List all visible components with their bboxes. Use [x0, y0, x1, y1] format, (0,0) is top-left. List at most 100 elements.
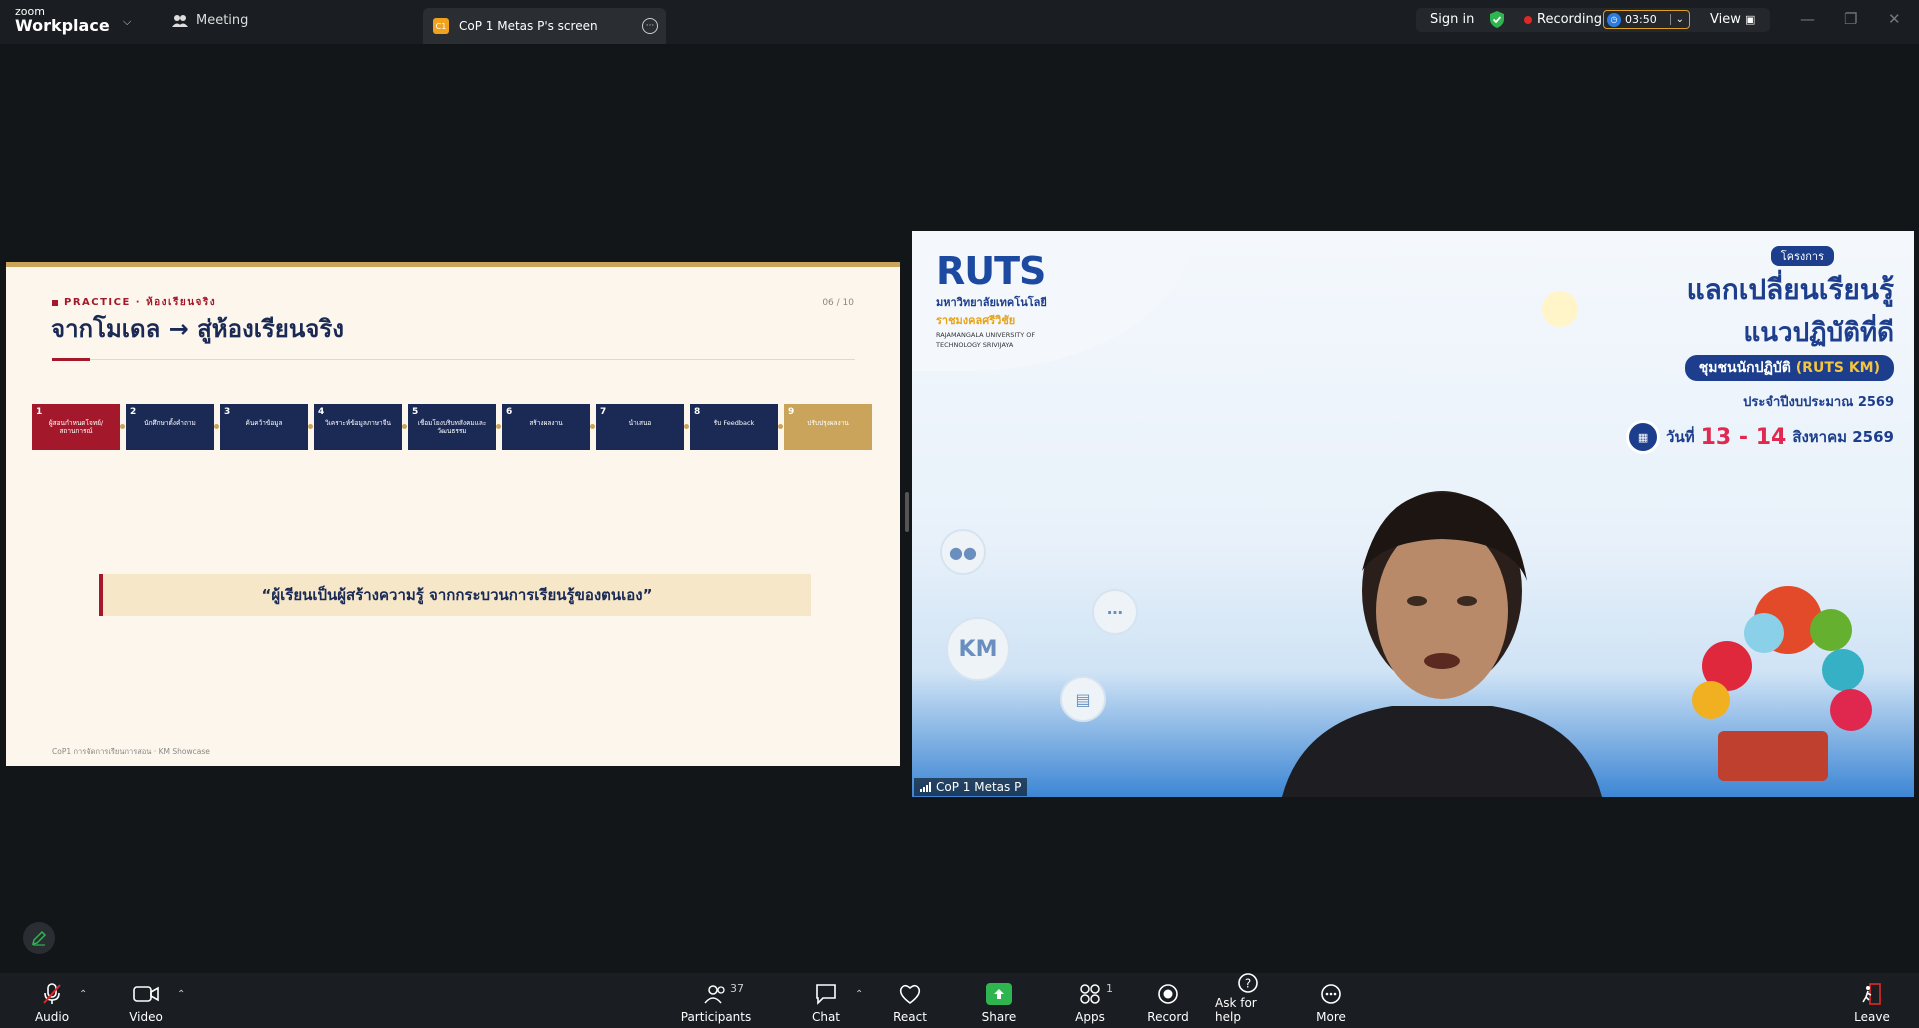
chevron-down-icon[interactable]: ⌵: [123, 15, 131, 29]
view-menu[interactable]: View ▣: [1710, 12, 1755, 27]
sign-in-button[interactable]: Sign in: [1430, 12, 1474, 27]
ask-for-help-button[interactable]: ? Ask for help: [1215, 973, 1281, 1028]
apps-button[interactable]: 1 Apps: [1072, 973, 1113, 1028]
book-stack-icon: [1718, 731, 1828, 781]
signal-strength-icon: [920, 782, 931, 792]
process-steps: 1 ผู้สอนกำหนดโจทย์/สถานการณ์ 2 นักศึกษาตั้…: [32, 404, 876, 450]
title-rule: [52, 359, 855, 360]
apps-icon: 1: [1079, 980, 1113, 1008]
tab-shared-screen[interactable]: C1 CoP 1 Metas P's screen ···: [423, 8, 666, 44]
view-layout-icon: ▣: [1745, 13, 1756, 26]
globe-icon: [1822, 649, 1864, 691]
close-icon[interactable]: ✕: [1888, 10, 1901, 28]
date-range: 13 - 14: [1700, 424, 1787, 450]
process-step: 4 วิเคราะห์ข้อมูลภาษาจีน: [314, 404, 407, 450]
split-resize-handle[interactable]: [905, 492, 909, 532]
participant-name: CoP 1 Metas P: [936, 780, 1022, 794]
process-step: 6 สร้างผลงาน: [502, 404, 595, 450]
record-button[interactable]: Record: [1147, 973, 1189, 1028]
zoom-logo: zoom Workplace: [15, 6, 110, 34]
university-th-1: มหาวิทยาลัยเทคโนโลยี: [936, 296, 1047, 309]
tab-badge: C1: [433, 18, 449, 34]
ask-for-help-label: Ask for help: [1215, 996, 1257, 1024]
atom-icon: [1692, 681, 1730, 719]
audio-button[interactable]: Audio: [34, 973, 70, 1028]
event-date: ▦ วันที่ 13 - 14 สิงหาคม 2569: [1554, 420, 1894, 454]
lightbulb-icon: [1542, 291, 1578, 327]
more-icon: [1320, 980, 1342, 1008]
process-step: 7 นำเสนอ: [596, 404, 689, 450]
process-step: 9 ปรับปรุงผลงาน: [784, 404, 872, 450]
chat-options-caret[interactable]: ⌃: [855, 989, 863, 1000]
participant-video[interactable]: RUTS มหาวิทยาลัยเทคโนโลยี ราชมงคลศรีวิชั…: [912, 231, 1914, 797]
record-icon: [1157, 980, 1179, 1008]
tab-title: CoP 1 Metas P's screen: [459, 19, 598, 33]
leave-button[interactable]: Leave: [1854, 973, 1890, 1028]
svg-text:?: ?: [1245, 977, 1251, 991]
audio-label: Audio: [34, 1010, 70, 1024]
banner-line-3: ชุมชนนักปฏิบัติ (RUTS KM): [1684, 355, 1894, 381]
km-badge: KM: [946, 617, 1010, 681]
participants-button[interactable]: 37 Participants: [681, 973, 752, 1028]
share-label: Share: [981, 1010, 1017, 1024]
graduation-cap-icon: [1744, 613, 1784, 653]
participants-icon: 37: [704, 980, 744, 1008]
slide-footer: CoP1 การจัดการเรียนการสอน · KM Showcase: [52, 747, 210, 756]
meeting-menu[interactable]: Meeting: [172, 13, 248, 28]
record-dot-icon: [1524, 15, 1532, 24]
university-en-2: TECHNOLOGY SRIVIJAYA: [936, 341, 1014, 350]
clock-icon: ◷: [1607, 12, 1621, 27]
more-button[interactable]: More: [1315, 973, 1347, 1028]
books-icon: [1830, 689, 1872, 731]
apps-label: Apps: [1075, 1010, 1105, 1024]
process-step: 1 ผู้สอนกำหนดโจทย์/สถานการณ์: [32, 404, 125, 450]
react-label: React: [893, 1010, 927, 1024]
slide-kicker-text: PRACTICE · ห้องเรียนจริง: [64, 297, 217, 308]
share-button[interactable]: Share: [981, 973, 1017, 1028]
more-label: More: [1316, 1010, 1346, 1024]
university-en-1: RAJAMANGALA UNIVERSITY OF: [936, 331, 1036, 339]
maximize-icon[interactable]: ❐: [1844, 10, 1857, 28]
calendar-icon: ▦: [1626, 420, 1661, 454]
react-button[interactable]: React: [892, 973, 928, 1028]
process-step: 5 เชื่อมโยงบริบทสังคมและวัฒนธรรม: [408, 404, 501, 450]
microphone-muted-icon: [41, 980, 63, 1008]
video-label: Video: [129, 1010, 163, 1024]
shared-slide: PRACTICE · ห้องเรียนจริง 06 / 10 จากโมเด…: [6, 262, 900, 766]
bar-chart-icon: ▤: [1060, 676, 1106, 722]
minimize-icon[interactable]: —: [1800, 10, 1815, 28]
view-label: View: [1710, 12, 1741, 27]
participants-label: Participants: [680, 1010, 752, 1024]
event-banner: โครงการ แลกเปลี่ยนเรียนรู้ แนวปฏิบัติที่…: [1554, 245, 1894, 454]
process-step: 3 ค้นคว้าข้อมูล: [220, 404, 313, 450]
heart-icon: [898, 980, 922, 1008]
recording-label: Recording: [1537, 12, 1603, 27]
annotate-button[interactable]: [23, 922, 55, 954]
chevron-down-icon[interactable]: ⌄: [1669, 14, 1689, 25]
leave-label: Leave: [1854, 1010, 1890, 1024]
process-step: 8 รับ Feedback: [690, 404, 783, 450]
people-icon: [172, 14, 188, 27]
camera-icon: [133, 980, 159, 1008]
chat-button[interactable]: Chat: [811, 973, 841, 1028]
timer-value: 03:50: [1625, 13, 1657, 26]
slide-kicker: PRACTICE · ห้องเรียนจริง: [52, 295, 216, 310]
meeting-timer[interactable]: ◷ 03:50 ⌄: [1603, 10, 1690, 29]
banner-line-1: แลกเปลี่ยนเรียนรู้: [1686, 273, 1894, 306]
video-options-caret[interactable]: ⌃: [177, 989, 185, 1000]
leave-door-icon: [1861, 980, 1883, 1008]
shield-check-icon[interactable]: [1489, 11, 1505, 28]
logo-big: Workplace: [15, 16, 110, 35]
video-button[interactable]: Video: [128, 973, 164, 1028]
chat-label: Chat: [811, 1010, 841, 1024]
record-label: Record: [1147, 1010, 1189, 1024]
share-screen-icon: [986, 980, 1012, 1008]
audio-options-caret[interactable]: ⌃: [79, 989, 87, 1000]
more-options-icon[interactable]: ···: [642, 18, 658, 34]
title-rule-accent: [52, 358, 90, 361]
banner-line-3a: ชุมชนนักปฏิบัติ: [1698, 360, 1791, 376]
slide-title: จากโมเดล → สู่ห้องเรียนจริง: [51, 315, 344, 343]
recording-indicator[interactable]: Recording: [1524, 12, 1602, 27]
brand-name: RUTS: [936, 249, 1046, 293]
people-group-icon: ●●: [940, 529, 986, 575]
